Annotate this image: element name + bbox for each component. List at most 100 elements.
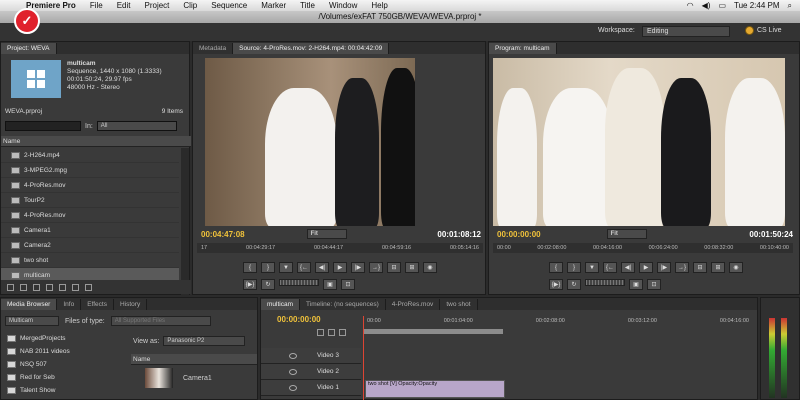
files-of-type-select[interactable]: All Supported Files: [110, 316, 211, 326]
trash-icon[interactable]: [85, 283, 92, 291]
wifi-icon[interactable]: ◠: [687, 1, 694, 10]
loop-button[interactable]: ↻: [567, 279, 581, 290]
extract-button[interactable]: ⊞: [711, 262, 725, 273]
list-item[interactable]: Camera2: [1, 238, 179, 253]
source-time-ruler[interactable]: 17 00:04:29:17 00:04:44:17 00:04:59:16 0…: [197, 243, 483, 253]
lift-button[interactable]: ⊟: [693, 262, 707, 273]
menu-title[interactable]: Title: [300, 1, 315, 10]
new-item-icon[interactable]: [72, 283, 79, 291]
jog-shuttle[interactable]: [585, 279, 625, 286]
tab-two-shot[interactable]: two shot: [440, 299, 478, 310]
eye-icon[interactable]: [289, 368, 297, 375]
tab-multicam[interactable]: multicam: [261, 299, 301, 310]
step-forward-button[interactable]: |▶: [657, 262, 671, 273]
tab-effects[interactable]: Effects: [81, 299, 114, 310]
output-button[interactable]: ⊡: [341, 279, 355, 290]
track-video-3[interactable]: Video 3: [261, 348, 361, 364]
mark-out-button[interactable]: }: [567, 262, 581, 273]
mark-in-button[interactable]: {: [549, 262, 563, 273]
encore-marker-icon[interactable]: [339, 329, 346, 336]
menu-marker[interactable]: Marker: [261, 1, 286, 10]
volume-icon[interactable]: ◀): [702, 1, 711, 10]
output-button[interactable]: ⊡: [647, 279, 661, 290]
timeline-ruler[interactable]: 00:00 00:01:04:00 00:02:08:00 00:03:12:0…: [363, 316, 753, 326]
play-in-out-button[interactable]: {▶}: [243, 279, 257, 290]
menu-help[interactable]: Help: [371, 1, 387, 10]
program-fit-select[interactable]: Fit: [606, 229, 647, 239]
media-clip-row[interactable]: Camera1: [145, 368, 212, 388]
clock[interactable]: Tue 2:44 PM: [734, 1, 780, 10]
tab-prores[interactable]: 4-ProRes.mov: [385, 299, 441, 310]
timeline-timecode[interactable]: 00:00:00:00: [277, 313, 321, 325]
go-to-out-button[interactable]: →}: [369, 262, 383, 273]
tree-folder[interactable]: NAB 2011 videos: [1, 345, 127, 358]
list-item[interactable]: Camera1: [1, 223, 179, 238]
snap-icon[interactable]: [317, 329, 324, 336]
battery-icon[interactable]: ▭: [718, 1, 726, 10]
insert-button[interactable]: ⊟: [387, 262, 401, 273]
program-time-ruler[interactable]: 00:00 00:02:08:00 00:04:16:00 00:06:24:0…: [493, 243, 793, 253]
track-video-1[interactable]: Video 1: [261, 380, 361, 396]
eye-icon[interactable]: [289, 384, 297, 391]
tree-folder[interactable]: Red for Seb: [1, 371, 127, 384]
cs-live-button[interactable]: CS Live: [745, 26, 782, 35]
list-item[interactable]: 3-MPEG2.mpg: [1, 163, 179, 178]
overwrite-button[interactable]: ⊞: [405, 262, 419, 273]
menu-sequence[interactable]: Sequence: [211, 1, 247, 10]
menu-edit[interactable]: Edit: [117, 1, 131, 10]
play-button[interactable]: ▶: [639, 262, 653, 273]
eye-icon[interactable]: [289, 352, 297, 359]
mark-out-button[interactable]: }: [261, 262, 275, 273]
tab-metadata[interactable]: Metadata: [193, 43, 234, 54]
mark-in-button[interactable]: {: [243, 262, 257, 273]
menu-file[interactable]: File: [90, 1, 103, 10]
tab-project[interactable]: Project: WEVA: [1, 43, 57, 54]
menu-project[interactable]: Project: [145, 1, 170, 10]
menu-window[interactable]: Window: [329, 1, 357, 10]
app-menu[interactable]: Premiere Pro: [26, 1, 76, 10]
menu-clip[interactable]: Clip: [183, 1, 197, 10]
list-item[interactable]: 2-H264.mp4: [1, 148, 179, 163]
tab-timeline-empty[interactable]: Timeline: (no sequences): [300, 299, 386, 310]
workspace-select[interactable]: Editing: [642, 26, 730, 37]
view-as-select[interactable]: Panasonic P2: [163, 336, 246, 346]
list-item[interactable]: two shot: [1, 253, 179, 268]
marker-button[interactable]: ▼: [585, 262, 599, 273]
tab-info[interactable]: Info: [57, 299, 82, 310]
playhead[interactable]: [363, 316, 364, 400]
marker-button[interactable]: ▼: [279, 262, 293, 273]
safe-margins-button[interactable]: ▣: [323, 279, 337, 290]
automate-icon[interactable]: [33, 283, 40, 291]
play-button[interactable]: ▶: [333, 262, 347, 273]
in-select[interactable]: All: [96, 121, 177, 131]
step-back-button[interactable]: ◀|: [315, 262, 329, 273]
search-input[interactable]: [5, 121, 81, 131]
set-marker-icon[interactable]: [328, 329, 335, 336]
list-item[interactable]: 4-ProRes.mov: [1, 208, 179, 223]
drive-select[interactable]: Multicam: [5, 316, 59, 326]
play-in-out-button[interactable]: {▶}: [549, 279, 563, 290]
tree-folder[interactable]: MergedProjects: [1, 332, 127, 345]
step-back-button[interactable]: ◀|: [621, 262, 635, 273]
export-frame-button[interactable]: ◉: [423, 262, 437, 273]
media-name-header[interactable]: Name: [131, 354, 257, 365]
track-video-2[interactable]: Video 2: [261, 364, 361, 380]
go-to-in-button[interactable]: {←: [603, 262, 617, 273]
tree-folder[interactable]: NSQ 507: [1, 358, 127, 371]
source-fit-select[interactable]: Fit: [306, 229, 347, 239]
work-area-bar[interactable]: [363, 329, 503, 334]
tab-media-browser[interactable]: Media Browser: [1, 299, 58, 310]
list-item[interactable]: 4-ProRes.mov: [1, 178, 179, 193]
go-to-out-button[interactable]: →}: [675, 262, 689, 273]
new-bin-icon[interactable]: [59, 283, 66, 291]
icon-view-icon[interactable]: [20, 283, 27, 291]
spotlight-search-icon[interactable]: ⌕: [788, 1, 792, 11]
step-forward-button[interactable]: |▶: [351, 262, 365, 273]
list-item[interactable]: TourP2: [1, 193, 179, 208]
program-current-timecode[interactable]: 00:00:00:00: [497, 230, 541, 239]
export-frame-button[interactable]: ◉: [729, 262, 743, 273]
safe-margins-button[interactable]: ▣: [629, 279, 643, 290]
list-view-icon[interactable]: [7, 283, 14, 291]
loop-button[interactable]: ↻: [261, 279, 275, 290]
name-column-header[interactable]: Name: [1, 136, 191, 147]
